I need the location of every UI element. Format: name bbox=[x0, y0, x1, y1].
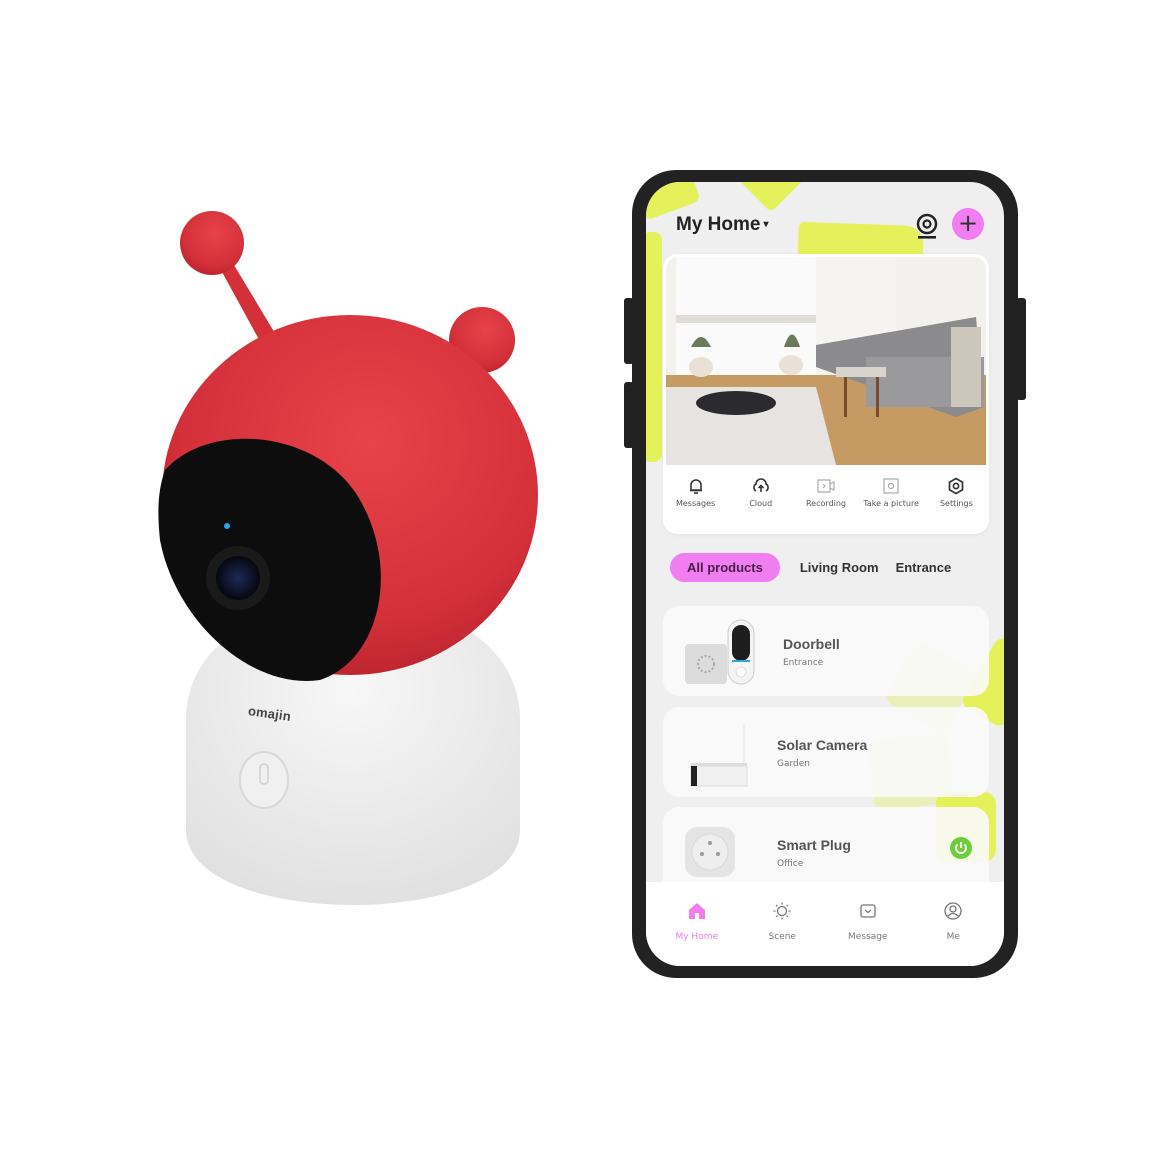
user-profile-icon bbox=[944, 902, 962, 920]
phone-volume-down bbox=[624, 382, 634, 448]
phone-volume-up bbox=[624, 298, 634, 364]
solar-camera-thumbnail bbox=[690, 725, 748, 787]
webcam-icon[interactable] bbox=[914, 212, 940, 242]
home-icon bbox=[688, 903, 705, 919]
room-filter-tabs: All products Living Room Entrance bbox=[670, 552, 968, 582]
action-recording[interactable]: Recording bbox=[795, 472, 857, 532]
action-cloud[interactable]: Cloud bbox=[730, 472, 792, 532]
decor-blob bbox=[646, 232, 662, 462]
device-room: Garden bbox=[777, 759, 810, 769]
device-room: Entrance bbox=[783, 658, 824, 668]
settings-hexagon-icon bbox=[948, 477, 964, 495]
decor-blob bbox=[735, 182, 807, 213]
device-name: Smart Plug bbox=[777, 837, 851, 853]
plus-icon: + bbox=[957, 209, 979, 237]
home-selector[interactable]: My Home ▾ bbox=[676, 214, 769, 236]
product-camera-illustration: omajin bbox=[0, 0, 600, 1150]
smart-plug-thumbnail bbox=[685, 827, 735, 877]
camera-preview-card[interactable]: Messages Cloud Recording Take a picture … bbox=[663, 254, 989, 534]
cloud-upload-icon bbox=[752, 478, 769, 492]
app-screen: My Home ▾ + Messages Cloud Recording Tak… bbox=[646, 182, 1004, 966]
phone-power-button bbox=[1016, 298, 1026, 400]
inbox-icon bbox=[860, 904, 876, 918]
power-toggle-button[interactable] bbox=[950, 837, 972, 859]
device-card-doorbell[interactable]: Doorbell Entrance bbox=[663, 606, 989, 696]
sun-icon bbox=[773, 902, 791, 920]
video-recording-icon bbox=[817, 479, 835, 493]
action-settings[interactable]: Settings bbox=[925, 472, 987, 532]
action-messages[interactable]: Messages bbox=[665, 472, 727, 532]
camera-actions: Messages Cloud Recording Take a picture … bbox=[663, 472, 989, 532]
device-name: Solar Camera bbox=[777, 737, 868, 753]
action-take-picture[interactable]: Take a picture bbox=[860, 472, 922, 532]
app-header: My Home ▾ + bbox=[676, 208, 984, 252]
tab-all-products[interactable]: All products bbox=[670, 552, 780, 582]
camera-snapshot-icon bbox=[883, 478, 899, 494]
add-device-button[interactable]: + bbox=[952, 208, 984, 240]
phone-mockup: My Home ▾ + Messages Cloud Recording Tak… bbox=[624, 170, 1026, 978]
bell-icon bbox=[689, 479, 702, 494]
device-room: Office bbox=[777, 859, 804, 869]
chevron-down-icon: ▾ bbox=[763, 219, 769, 231]
status-led bbox=[224, 523, 230, 529]
tab-living-room[interactable]: Living Room bbox=[800, 560, 879, 575]
device-name: Doorbell bbox=[783, 636, 840, 652]
tab-entrance[interactable]: Entrance bbox=[896, 560, 952, 575]
nav-my-home[interactable]: My Home bbox=[662, 882, 732, 966]
device-card-solar-camera[interactable]: Solar Camera Garden bbox=[663, 707, 989, 797]
nav-me[interactable]: Me bbox=[918, 882, 988, 966]
baby-camera-image bbox=[158, 211, 538, 905]
doorbell-thumbnail bbox=[685, 619, 755, 685]
lens bbox=[216, 556, 260, 600]
nav-scene[interactable]: Scene bbox=[747, 882, 817, 966]
nav-message[interactable]: Message bbox=[833, 882, 903, 966]
camera-live-feed[interactable] bbox=[666, 257, 986, 465]
home-title: My Home bbox=[676, 214, 761, 235]
bottom-navigation: My Home Scene Message Me bbox=[646, 882, 1004, 966]
mic-button bbox=[239, 751, 289, 809]
living-room-image bbox=[666, 257, 986, 465]
